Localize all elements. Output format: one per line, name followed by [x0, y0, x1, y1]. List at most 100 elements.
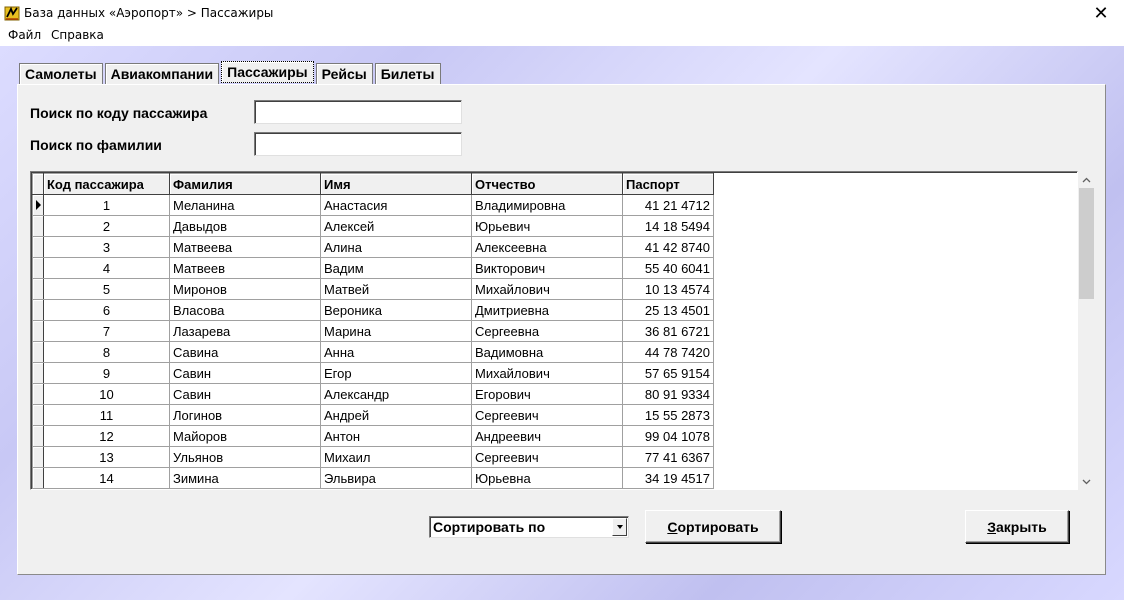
tab-airlines[interactable]: Авиакомпании [104, 63, 220, 84]
cell-name[interactable]: Эльвира [320, 467, 472, 489]
cell-passport[interactable]: 57 65 9154 [622, 362, 714, 384]
cell-patronymic[interactable]: Алексеевна [471, 236, 623, 258]
column-header-name[interactable]: Имя [320, 173, 472, 195]
table-row[interactable]: 4 Матвеев Вадим Викторович 55 40 6041 [32, 257, 714, 279]
table-row[interactable]: 2 Давыдов Алексей Юрьевич 14 18 5494 [32, 215, 714, 237]
row-indicator[interactable] [32, 320, 44, 342]
table-row[interactable]: 3 Матвеева Алина Алексеевна 41 42 8740 [32, 236, 714, 258]
cell-name[interactable]: Вероника [320, 299, 472, 321]
cell-code[interactable]: 10 [43, 383, 170, 405]
table-row[interactable]: 11 Логинов Андрей Сергеевич 15 55 2873 [32, 404, 714, 426]
cell-passport[interactable]: 15 55 2873 [622, 404, 714, 426]
cell-surname[interactable]: Майоров [169, 425, 321, 447]
passengers-grid[interactable]: Код пассажира Фамилия Имя Отчество Паспо… [30, 171, 1078, 490]
cell-name[interactable]: Алина [320, 236, 472, 258]
cell-patronymic[interactable]: Юрьевич [471, 215, 623, 237]
cell-name[interactable]: Антон [320, 425, 472, 447]
cell-passport[interactable]: 77 41 6367 [622, 446, 714, 468]
cell-code[interactable]: 7 [43, 320, 170, 342]
table-row[interactable]: 6 Власова Вероника Дмитриевна 25 13 4501 [32, 299, 714, 321]
row-indicator[interactable] [32, 425, 44, 447]
cell-name[interactable]: Андрей [320, 404, 472, 426]
row-indicator[interactable] [32, 299, 44, 321]
cell-passport[interactable]: 99 04 1078 [622, 425, 714, 447]
cell-surname[interactable]: Савин [169, 383, 321, 405]
grid-vertical-scrollbar[interactable] [1078, 171, 1095, 490]
cell-code[interactable]: 1 [43, 194, 170, 216]
cell-patronymic[interactable]: Сергеевна [471, 320, 623, 342]
cell-name[interactable]: Егор [320, 362, 472, 384]
row-indicator[interactable] [32, 257, 44, 279]
cell-surname[interactable]: Власова [169, 299, 321, 321]
menu-help[interactable]: Справка [51, 28, 104, 42]
cell-patronymic[interactable]: Дмитриевна [471, 299, 623, 321]
cell-name[interactable]: Михаил [320, 446, 472, 468]
cell-patronymic[interactable]: Владимировна [471, 194, 623, 216]
cell-name[interactable]: Марина [320, 320, 472, 342]
row-indicator[interactable] [32, 194, 44, 216]
cell-code[interactable]: 3 [43, 236, 170, 258]
cell-passport[interactable]: 10 13 4574 [622, 278, 714, 300]
tab-passengers[interactable]: Пассажиры [221, 61, 314, 83]
cell-code[interactable]: 13 [43, 446, 170, 468]
search-by-surname-input[interactable] [254, 132, 462, 156]
cell-surname[interactable]: Ульянов [169, 446, 321, 468]
cell-code[interactable]: 4 [43, 257, 170, 279]
cell-passport[interactable]: 34 19 4517 [622, 467, 714, 489]
row-indicator[interactable] [32, 446, 44, 468]
close-window-button[interactable]: ✕ [1078, 0, 1124, 27]
table-row[interactable]: 14 Зимина Эльвира Юрьевна 34 19 4517 [32, 467, 714, 489]
cell-code[interactable]: 6 [43, 299, 170, 321]
cell-passport[interactable]: 41 21 4712 [622, 194, 714, 216]
cell-code[interactable]: 9 [43, 362, 170, 384]
cell-passport[interactable]: 80 91 9334 [622, 383, 714, 405]
table-row[interactable]: 13 Ульянов Михаил Сергеевич 77 41 6367 [32, 446, 714, 468]
sort-by-combobox[interactable]: Сортировать по [429, 516, 629, 538]
search-by-code-input[interactable] [254, 100, 462, 124]
table-row[interactable]: 5 Миронов Матвей Михайлович 10 13 4574 [32, 278, 714, 300]
cell-name[interactable]: Матвей [320, 278, 472, 300]
cell-name[interactable]: Анастасия [320, 194, 472, 216]
cell-passport[interactable]: 36 81 6721 [622, 320, 714, 342]
row-indicator[interactable] [32, 362, 44, 384]
row-indicator[interactable] [32, 215, 44, 237]
row-indicator[interactable] [32, 236, 44, 258]
cell-code[interactable]: 5 [43, 278, 170, 300]
cell-code[interactable]: 2 [43, 215, 170, 237]
cell-patronymic[interactable]: Сергеевич [471, 404, 623, 426]
cell-name[interactable]: Вадим [320, 257, 472, 279]
table-row[interactable]: 12 Майоров Антон Андреевич 99 04 1078 [32, 425, 714, 447]
cell-passport[interactable]: 25 13 4501 [622, 299, 714, 321]
cell-name[interactable]: Анна [320, 341, 472, 363]
cell-patronymic[interactable]: Егорович [471, 383, 623, 405]
close-button[interactable]: Закрыть [965, 510, 1069, 543]
table-row[interactable]: 9 Савин Егор Михайлович 57 65 9154 [32, 362, 714, 384]
cell-name[interactable]: Алексей [320, 215, 472, 237]
cell-patronymic[interactable]: Сергеевич [471, 446, 623, 468]
sort-button[interactable]: Сортировать [645, 510, 781, 543]
cell-name[interactable]: Александр [320, 383, 472, 405]
row-indicator[interactable] [32, 383, 44, 405]
cell-patronymic[interactable]: Юрьевна [471, 467, 623, 489]
column-header-surname[interactable]: Фамилия [169, 173, 321, 195]
cell-passport[interactable]: 14 18 5494 [622, 215, 714, 237]
cell-code[interactable]: 11 [43, 404, 170, 426]
cell-patronymic[interactable]: Андреевич [471, 425, 623, 447]
cell-surname[interactable]: Савин [169, 362, 321, 384]
sort-dropdown-button[interactable] [612, 518, 627, 536]
row-indicator[interactable] [32, 404, 44, 426]
cell-surname[interactable]: Матвеева [169, 236, 321, 258]
cell-surname[interactable]: Зимина [169, 467, 321, 489]
cell-surname[interactable]: Миронов [169, 278, 321, 300]
row-indicator[interactable] [32, 467, 44, 489]
cell-surname[interactable]: Савина [169, 341, 321, 363]
column-header-patronymic[interactable]: Отчество [471, 173, 623, 195]
cell-patronymic[interactable]: Вадимовна [471, 341, 623, 363]
cell-code[interactable]: 8 [43, 341, 170, 363]
cell-surname[interactable]: Логинов [169, 404, 321, 426]
tab-tickets[interactable]: Билеты [374, 63, 441, 84]
menu-file[interactable]: Файл [8, 28, 41, 42]
scroll-thumb[interactable] [1079, 188, 1094, 299]
cell-code[interactable]: 14 [43, 467, 170, 489]
cell-passport[interactable]: 44 78 7420 [622, 341, 714, 363]
